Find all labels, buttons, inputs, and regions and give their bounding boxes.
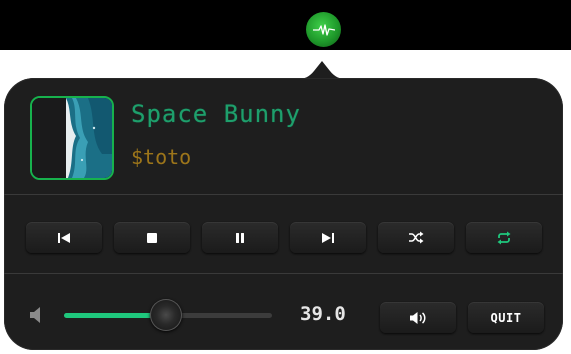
repeat-button[interactable] (466, 222, 542, 253)
volume-value: 39.0 (300, 303, 346, 325)
output-volume-button[interactable] (380, 302, 456, 333)
previous-button[interactable] (26, 222, 102, 253)
pause-icon (236, 232, 244, 243)
tray-waveform-icon[interactable] (306, 12, 341, 47)
album-art (30, 96, 114, 180)
pause-button[interactable] (202, 222, 278, 253)
divider (4, 194, 563, 195)
divider (4, 273, 563, 274)
menubar (0, 0, 571, 50)
volume-slider-knob[interactable] (150, 299, 182, 331)
skip-next-icon (322, 232, 334, 243)
next-button[interactable] (290, 222, 366, 253)
shuffle-button[interactable] (378, 222, 454, 253)
speaker-volume-icon (410, 311, 426, 324)
stop-icon (147, 232, 157, 243)
popover-caret (297, 61, 347, 79)
repeat-icon (497, 231, 511, 244)
quit-label: QUIT (490, 310, 522, 325)
track-artist: $toto (131, 145, 192, 169)
shuffle-icon (409, 231, 424, 244)
stop-button[interactable] (114, 222, 190, 253)
skip-previous-icon (58, 232, 70, 243)
volume-slider[interactable] (64, 299, 272, 331)
quit-button[interactable]: QUIT (468, 302, 544, 333)
speaker-icon (30, 307, 40, 323)
track-title: Space Bunny (131, 100, 301, 128)
